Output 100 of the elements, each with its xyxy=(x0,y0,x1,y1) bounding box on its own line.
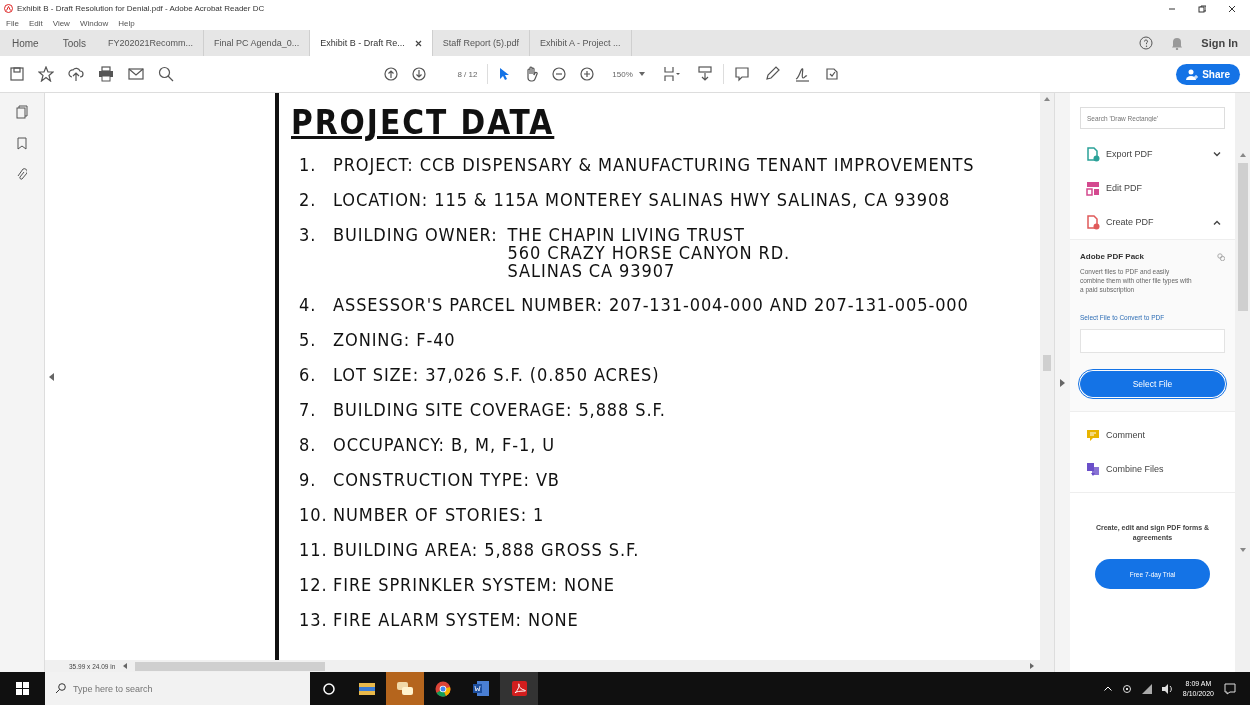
scroll-mode-icon[interactable] xyxy=(696,66,713,82)
list-number: 12. xyxy=(299,574,329,595)
scroll-left-icon[interactable] xyxy=(123,663,128,669)
up-arrow-icon[interactable] xyxy=(384,67,398,81)
list-number: 5. xyxy=(299,329,318,350)
document-icon[interactable] xyxy=(473,681,489,696)
scroll-up-icon[interactable] xyxy=(1044,97,1050,101)
chat-icon[interactable] xyxy=(397,681,413,696)
comment-icon[interactable] xyxy=(733,66,750,82)
tab[interactable]: Home xyxy=(0,30,51,56)
document-text: LOT SIZE: 37,026 S.F. (0.850 ACRES) xyxy=(333,364,660,385)
list-number: 10. xyxy=(299,504,329,525)
list-number: 6. xyxy=(299,364,318,385)
tool-item[interactable]: Export PDF xyxy=(1070,137,1235,171)
document-heading: PROJECT DATA xyxy=(291,103,555,142)
star-icon[interactable] xyxy=(38,66,54,82)
folder-icon[interactable] xyxy=(359,682,375,695)
scroll-right-icon[interactable] xyxy=(1030,663,1034,669)
mail-icon[interactable] xyxy=(128,67,144,81)
volume-icon[interactable] xyxy=(1161,683,1173,694)
list-number: 1. xyxy=(299,154,318,175)
search-icon xyxy=(55,683,66,694)
list-number: 9. xyxy=(299,469,318,490)
document-text: CONSTRUCTION TYPE: VB xyxy=(333,469,560,490)
pen-icon[interactable] xyxy=(763,66,780,82)
upload-icon[interactable] xyxy=(68,66,84,82)
fit-page-icon[interactable] xyxy=(662,66,683,82)
down-arrow-icon[interactable] xyxy=(412,67,426,81)
document-text: 560 CRAZY HORSE CANYON RD. xyxy=(507,242,791,263)
scrollbar-thumb[interactable] xyxy=(135,661,326,671)
restore-icon[interactable] xyxy=(1198,4,1206,13)
acrobat-icon xyxy=(4,4,13,13)
document-text: BUILDING AREA: 5,888 GROSS S.F. xyxy=(333,539,640,560)
menu-item[interactable]: Edit xyxy=(28,19,43,28)
chevron-down-icon[interactable] xyxy=(1213,151,1221,157)
panel-title: Adobe PDF Pack xyxy=(1080,252,1144,261)
help-icon[interactable] xyxy=(1139,36,1154,50)
select-file-button[interactable]: Select File xyxy=(1080,371,1225,397)
document-text: FIRE SPRINKLER SYSTEM: NONE xyxy=(333,574,615,595)
pointer-icon[interactable] xyxy=(498,67,511,81)
network-icon[interactable] xyxy=(1121,683,1132,694)
collapse-left-icon[interactable] xyxy=(49,372,55,381)
share-button[interactable]: Share xyxy=(1176,63,1240,85)
signature-icon[interactable] xyxy=(793,66,810,82)
page-count: / 12 xyxy=(464,69,478,79)
taskbar-search-field[interactable]: Type here to search xyxy=(45,672,310,705)
paperclip-icon[interactable] xyxy=(17,168,27,182)
list-number: 4. xyxy=(299,294,318,315)
list-number: 3. xyxy=(299,224,318,245)
document-text: SALINAS CA 93907 xyxy=(507,260,677,281)
notification-icon[interactable] xyxy=(1224,682,1236,695)
menu-item[interactable]: File xyxy=(6,19,19,28)
windows-icon[interactable] xyxy=(16,682,29,695)
tab[interactable]: Tools xyxy=(50,30,99,56)
window-title: Exhibit B - Draft Resolution for Denial.pdf - Adobe Acrobat Reader DC xyxy=(17,4,265,13)
document-text: FIRE ALARM SYSTEM: NONE xyxy=(333,609,579,630)
save-icon[interactable] xyxy=(10,67,24,81)
circle-icon[interactable] xyxy=(323,682,335,695)
bookmark-icon[interactable] xyxy=(17,137,27,150)
document-text: NUMBER OF STORIES: 1 xyxy=(333,504,545,525)
search-icon[interactable] xyxy=(158,66,174,82)
caret-icon xyxy=(638,72,645,76)
printer-icon[interactable] xyxy=(98,66,114,82)
close-icon[interactable] xyxy=(1228,4,1236,13)
tool-item[interactable]: Combine Files xyxy=(1070,452,1235,486)
document-text: THE CHAPIN LIVING TRUST xyxy=(507,224,746,245)
document-text: BUILDING SITE COVERAGE: 5,888 S.F. xyxy=(333,399,666,420)
browser-icon[interactable] xyxy=(435,680,451,697)
document-text: ASSESSOR'S PARCEL NUMBER: 207-131-004-000 AND 207-131-005-000 xyxy=(333,294,969,315)
scroll-up-icon[interactable] xyxy=(1239,153,1246,157)
document-text: LOCATION: 115 & 115A MONTEREY SALINAS HWY SALINAS, CA 93908 xyxy=(333,189,951,210)
tool-item[interactable]: Edit PDF xyxy=(1070,171,1235,205)
menu-item[interactable]: Window xyxy=(79,19,109,28)
menu-item[interactable]: View xyxy=(52,19,70,28)
pdf-icon[interactable] xyxy=(511,681,527,696)
expand-right-icon[interactable] xyxy=(1060,378,1065,387)
close-icon[interactable] xyxy=(414,39,422,47)
menu-item[interactable]: Help xyxy=(118,19,135,28)
tab[interactable]: Exhibit B - Draft Re... xyxy=(310,30,433,56)
file-field[interactable] xyxy=(1080,329,1225,353)
list-number: 2. xyxy=(299,189,318,210)
tool-item[interactable]: Comment xyxy=(1070,418,1235,452)
list-number: 7. xyxy=(299,399,318,420)
person-icon xyxy=(1186,68,1199,80)
list-number: 11. xyxy=(299,539,329,560)
hand-icon[interactable] xyxy=(524,66,539,82)
chevron-up-icon[interactable] xyxy=(1213,219,1221,225)
list-number: 13. xyxy=(299,609,329,630)
document-text: BUILDING OWNER: xyxy=(333,224,498,245)
zoom-out-icon[interactable] xyxy=(552,67,567,81)
tool-item[interactable]: Create PDF xyxy=(1070,205,1235,239)
list-number: 8. xyxy=(299,434,318,455)
scrollbar-thumb[interactable] xyxy=(1043,355,1051,371)
document-text: PROJECT: CCB DISPENSARY & MANUFACTURING TENANT IMPROVEMENTS xyxy=(333,154,975,175)
zoom-in-icon[interactable] xyxy=(580,67,595,81)
scrollbar-thumb[interactable] xyxy=(1237,163,1248,311)
scroll-down-icon[interactable] xyxy=(1239,548,1246,552)
sign-in-link[interactable]: Sign In xyxy=(1201,37,1238,49)
document-text: OCCUPANCY: B, M, F-1, U xyxy=(333,434,556,455)
pages-icon[interactable] xyxy=(16,105,28,119)
